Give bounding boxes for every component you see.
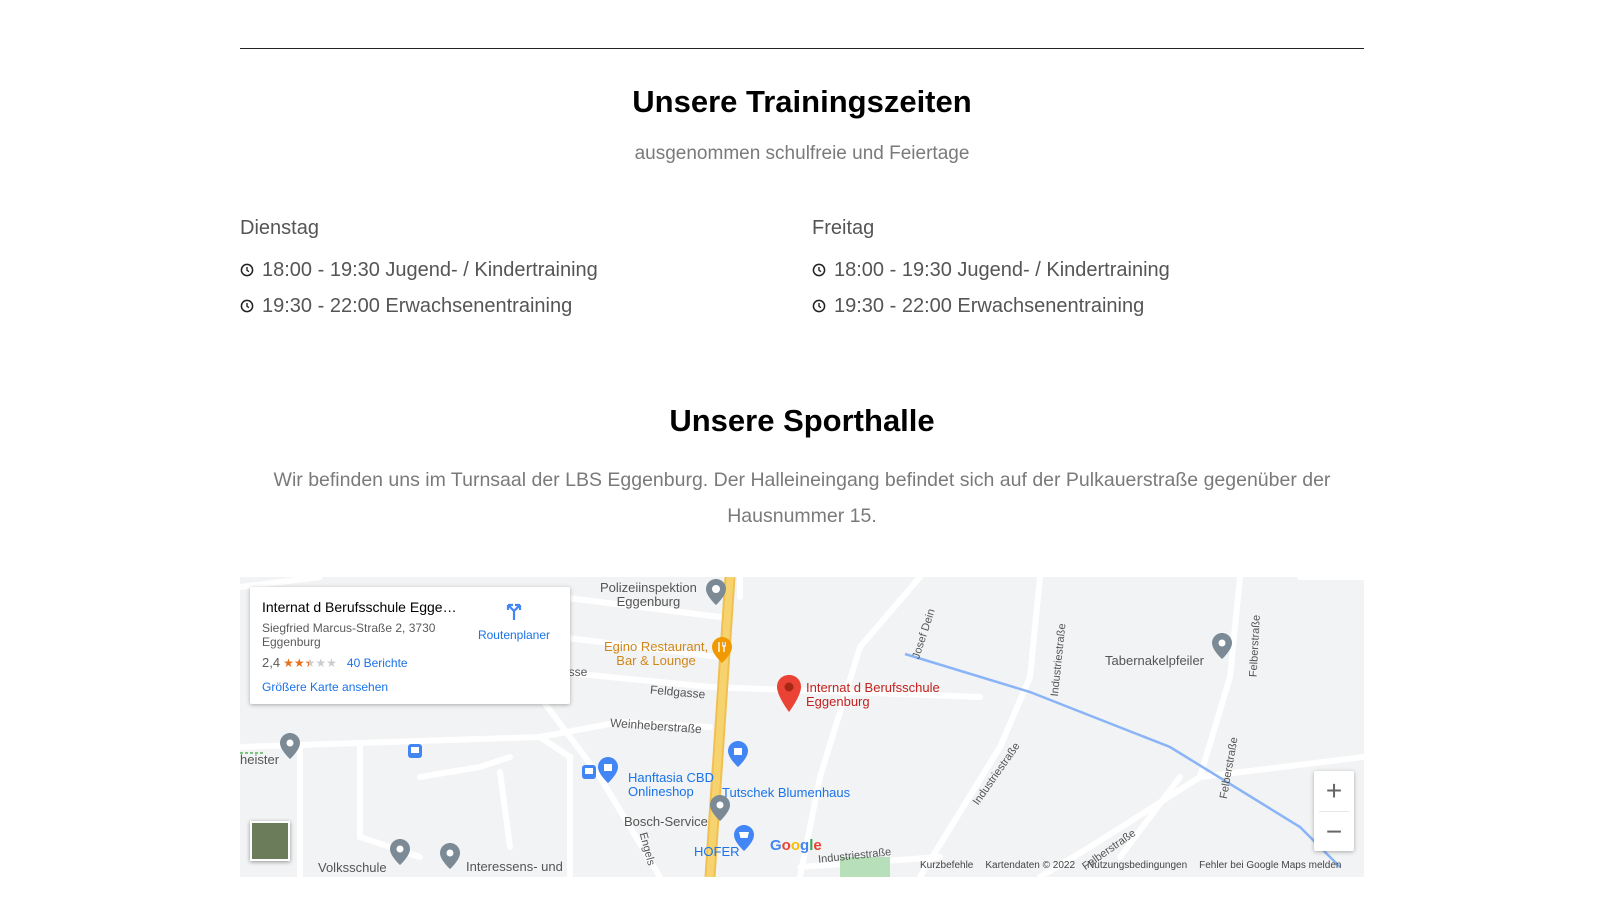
map-label-polizei: Polizeiinspektion Eggenburg xyxy=(600,580,697,609)
map-label-tutschek: Tutschek Blumenhaus xyxy=(722,785,851,800)
directions-icon xyxy=(506,603,522,620)
school-poi-icon[interactable] xyxy=(390,839,410,865)
bus-stop-icon[interactable] xyxy=(582,765,596,779)
zoom-control: + − xyxy=(1314,771,1354,851)
map-embed[interactable]: Polizeiinspektion Eggenburg Egino Restau… xyxy=(240,577,1364,877)
route-planner-label: Routenplaner xyxy=(477,628,551,642)
shopping-poi-icon[interactable] xyxy=(734,825,754,851)
divider xyxy=(240,48,1364,49)
time-slot: 18:00 - 19:30 Jugend- / Kindertraining xyxy=(812,252,1372,288)
place-address: Siegfried Marcus-Straße 2, 3730 Eggenbur… xyxy=(262,621,436,649)
shopping-poi-icon[interactable] xyxy=(728,741,748,767)
google-logo: Google xyxy=(770,837,822,854)
map-label-hanftasia: Hanftasia CBD Onlineshop xyxy=(628,770,714,799)
police-poi-icon[interactable] xyxy=(706,579,726,605)
clock-icon xyxy=(240,263,254,277)
time-slot-text: 19:30 - 22:00 Erwachsenentraining xyxy=(834,295,1145,317)
report-error-link[interactable]: Fehler bei Google Maps melden xyxy=(1199,860,1341,871)
schedule-friday: Freitag 18:00 - 19:30 Jugend- / Kindertr… xyxy=(812,216,1372,324)
landmark-poi-icon[interactable] xyxy=(440,843,460,869)
time-slot: 19:30 - 22:00 Erwachsenentraining xyxy=(240,288,800,324)
training-subtitle: ausgenommen schulfreie und Feiertage xyxy=(634,143,970,164)
day-label: Freitag xyxy=(812,217,875,239)
map-label-heister: heister xyxy=(240,752,280,767)
reviews-link[interactable]: 40 Berichte xyxy=(347,656,408,670)
bus-stop-icon[interactable] xyxy=(408,744,422,758)
training-title: Unsere Trainingszeiten xyxy=(632,84,972,119)
service-poi-icon[interactable] xyxy=(710,795,730,821)
time-slot-text: 18:00 - 19:30 Jugend- / Kindertraining xyxy=(262,259,598,281)
map-label-hofer: HOFER xyxy=(694,844,740,859)
place-title: Internat d Berufsschule Eggen… xyxy=(262,599,462,615)
landmark-poi-icon[interactable] xyxy=(280,733,300,759)
zoom-in-button[interactable]: + xyxy=(1314,771,1354,811)
map-label-internat: Internat d Berufsschule Eggenburg xyxy=(806,680,940,709)
star-icon: ★ xyxy=(283,655,294,670)
time-slot: 19:30 - 22:00 Erwachsenentraining xyxy=(812,288,1372,324)
map-label-egino: Egino Restaurant, Bar & Lounge xyxy=(604,639,709,668)
star-icon: ★ xyxy=(293,655,305,670)
place-rating: 2,4 ★ ★ ★ ★ ★ 40 Berichte xyxy=(262,655,558,670)
restaurant-poi-icon[interactable] xyxy=(712,637,732,663)
star-icon: ★ xyxy=(315,655,327,670)
time-slot-text: 18:00 - 19:30 Jugend- / Kindertraining xyxy=(834,259,1170,281)
time-slot: 18:00 - 19:30 Jugend- / Kindertraining xyxy=(240,252,800,288)
star-half-icon: ★ xyxy=(304,655,316,670)
shopping-poi-icon[interactable] xyxy=(598,757,618,783)
map-label-interessens: Interessens- und xyxy=(466,859,563,874)
star-icon: ★ xyxy=(326,655,337,670)
map-label-bosch: Bosch-Service xyxy=(624,814,708,829)
map-label-volksschule: Volksschule xyxy=(318,860,387,875)
rating-value: 2,4 xyxy=(262,655,281,670)
satellite-layer-toggle[interactable] xyxy=(250,821,290,861)
terms-link[interactable]: Nutzungsbedingungen xyxy=(1087,860,1187,871)
clock-icon xyxy=(812,263,826,277)
clock-icon xyxy=(240,299,254,313)
map-label-tabernakel: Tabernakelpfeiler xyxy=(1105,653,1205,668)
schedule-tuesday: Dienstag 18:00 - 19:30 Jugend- / Kindert… xyxy=(240,216,800,324)
route-planner-button[interactable]: Routenplaner xyxy=(476,599,552,642)
rating-stars: ★ ★ ★ ★ ★ xyxy=(283,656,337,670)
shortcuts-link[interactable]: Kurzbefehle xyxy=(920,860,973,871)
place-info-card: Internat d Berufsschule Eggen… Siegfried… xyxy=(250,587,570,704)
map-data-text: Kartendaten © 2022 xyxy=(985,860,1076,871)
time-slot-text: 19:30 - 22:00 Erwachsenentraining xyxy=(262,295,573,317)
landmark-poi-icon[interactable] xyxy=(1212,633,1232,659)
hall-title: Unsere Sporthalle xyxy=(669,403,935,438)
map-footer: Kurzbefehle Kartendaten © 2022 Nutzungsb… xyxy=(920,860,1341,871)
zoom-out-button[interactable]: − xyxy=(1314,812,1354,852)
larger-map-link[interactable]: Größere Karte ansehen xyxy=(262,680,558,694)
hall-description: Wir befinden uns im Turnsaal der LBS Egg… xyxy=(273,469,1331,527)
location-pin-icon[interactable] xyxy=(776,675,802,713)
day-label: Dienstag xyxy=(240,217,319,239)
clock-icon xyxy=(812,299,826,313)
